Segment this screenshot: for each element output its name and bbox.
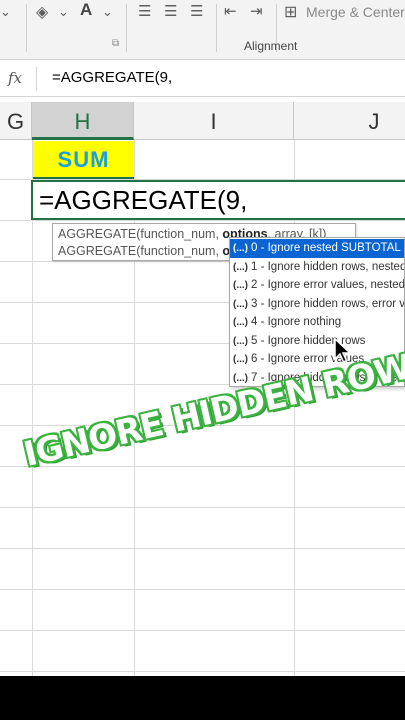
excel-window: ⌄ ◈ ⌄ A ⌄ ☰ ☰ ☰ ⇤ ⇥ ⊞ Merge & Center ⧉ A… (0, 0, 405, 676)
ribbon-divider (26, 4, 27, 52)
signature-line-2: AGGREGATE(function_num, o (58, 244, 230, 258)
option-label: 1 - Ignore hidden rows, nested SUBTOTAL … (251, 261, 405, 273)
dropdown-option-4[interactable]: (...) 4 - Ignore nothing (230, 313, 404, 332)
signature-text: AGGREGATE(function_num, (58, 244, 223, 258)
column-header-h[interactable]: H (32, 102, 134, 140)
alignment-group-label: Alignment (244, 39, 298, 53)
ribbon-divider (126, 4, 127, 52)
fill-color-icon[interactable]: ◈ (36, 2, 48, 22)
insert-function-icon[interactable]: fx (8, 69, 22, 87)
option-label: 2 - Ignore error values, nested SUBTOTAL… (251, 279, 405, 291)
column-header-j[interactable]: J (294, 102, 405, 140)
formula-bar-divider (36, 67, 37, 91)
option-label: 3 - Ignore hidden rows, error values, ne… (251, 298, 405, 310)
grid-line (0, 671, 405, 672)
option-label: 4 - Ignore nothing (251, 316, 342, 328)
signature-text: AGGREGATE(function_num, (58, 227, 223, 241)
column-headers: G H I J (0, 102, 405, 140)
caption-overlay: IGNORE HIDDEN ROWS (20, 341, 405, 475)
grid-line (0, 548, 405, 549)
merge-center-icon[interactable]: ⊞ (284, 2, 297, 22)
grid-line (0, 630, 405, 631)
decrease-indent-icon[interactable]: ⇤ (224, 2, 237, 20)
align-center-icon[interactable]: ☰ (164, 2, 177, 20)
formula-input[interactable]: =AGGREGATE(9, (52, 69, 172, 86)
ribbon: ⌄ ◈ ⌄ A ⌄ ☰ ☰ ☰ ⇤ ⇥ ⊞ Merge & Center ⧉ A… (0, 0, 405, 60)
fill-color-dropdown-icon[interactable]: ⌄ (58, 4, 69, 20)
sum-cell[interactable]: SUM (33, 141, 134, 179)
grid-line (0, 589, 405, 590)
dropdown-option-0[interactable]: (...)0 - Ignore nested SUBTOTAL and AGGR… (230, 239, 404, 258)
column-header-g[interactable]: G (0, 102, 32, 140)
active-cell-formula[interactable]: =AGGREGATE(9, (39, 185, 247, 216)
letterbox-bar (0, 676, 405, 720)
option-list-icon: (...) (233, 317, 248, 328)
formula-bar: fx =AGGREGATE(9, (0, 61, 405, 97)
option-list-icon: (...) (233, 336, 248, 347)
align-left-icon[interactable]: ☰ (138, 2, 151, 20)
option-list-icon: (...) (233, 354, 248, 365)
increase-indent-icon[interactable]: ⇥ (250, 2, 263, 20)
dialog-launcher-icon[interactable]: ⧉ (112, 38, 119, 49)
grid-line (0, 220, 405, 221)
caption-text: IGNORE HIDDEN ROWS (20, 341, 405, 475)
option-list-icon: (...) (233, 299, 248, 310)
option-label: 0 - Ignore nested SUBTOTAL and AGGREGATE… (251, 242, 404, 254)
active-cell[interactable]: =AGGREGATE(9, (31, 180, 405, 220)
merge-center-button[interactable]: Merge & Center (306, 4, 405, 20)
font-color-dropdown-icon[interactable]: ⌄ (102, 4, 113, 20)
align-right-icon[interactable]: ☰ (190, 2, 203, 20)
sum-label: SUM (57, 147, 110, 172)
dropdown-option-3[interactable]: (...)3 - Ignore hidden rows, error value… (230, 295, 405, 314)
dropdown-option-5[interactable]: (...) 5 - Ignore hidden rows (230, 332, 404, 351)
option-list-icon: (...) (233, 262, 248, 273)
dropdown-option-2[interactable]: (...)2 - Ignore error values, nested SUB… (230, 276, 405, 295)
font-color-icon[interactable]: A (80, 0, 92, 20)
option-list-icon: (...) (233, 280, 248, 291)
dropdown-option-1[interactable]: (...)1 - Ignore hidden rows, nested SUBT… (230, 258, 405, 277)
dropdown-arrow-icon[interactable]: ⌄ (0, 4, 11, 20)
grid-line (0, 507, 405, 508)
ribbon-divider (216, 4, 217, 52)
option-list-icon: (...) (233, 243, 248, 254)
column-header-i[interactable]: I (134, 102, 294, 140)
